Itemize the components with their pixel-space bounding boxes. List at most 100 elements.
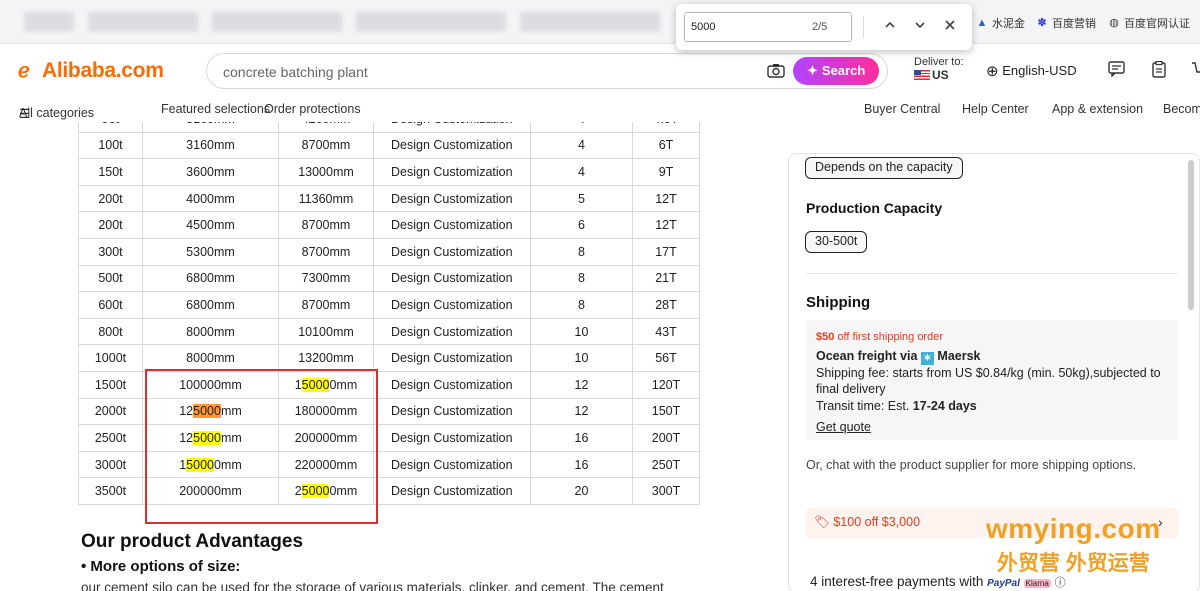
table-cell: Design Customization: [373, 237, 531, 266]
nav-featured-selections[interactable]: Featured selections: [161, 102, 270, 116]
search-input[interactable]: [223, 61, 743, 83]
shipping-fee-line1: Shipping fee: starts from US $0.84/kg (m…: [816, 366, 1161, 380]
panel-scrollbar[interactable]: [1188, 160, 1194, 310]
table-cell: 2500t: [78, 424, 143, 452]
search-box: ✦Search: [206, 53, 888, 89]
table-cell: 16: [530, 450, 633, 479]
table-cell: 5: [530, 184, 633, 213]
promo-text: 🏷 $100 off $3,000: [814, 515, 921, 529]
nav-help-center[interactable]: Help Center: [962, 102, 1029, 116]
table-cell: 500t: [78, 264, 143, 293]
table-cell: 6800mm: [142, 264, 279, 293]
nav-app-extension[interactable]: App & extension: [1052, 102, 1143, 116]
bookmark-baidu-marketing[interactable]: ✽ 百度营销: [1036, 15, 1096, 31]
table-cell: 90t: [78, 122, 143, 133]
chevron-down-icon[interactable]: [910, 17, 930, 37]
table-cell: Design Customization: [373, 370, 531, 399]
production-capacity-chip[interactable]: 30-500t: [805, 231, 868, 253]
capacity-option-chip[interactable]: Depends on the capacity: [805, 157, 963, 179]
close-icon[interactable]: [940, 17, 960, 37]
table-row: 100t 3160mm 8700mm Design Customization 4 6T: [78, 131, 700, 160]
table-cell: Design Customization: [373, 477, 531, 505]
info-icon[interactable]: ⓘ: [1055, 577, 1066, 589]
table-cell: 13000mm: [278, 158, 374, 186]
table-cell: 28T: [632, 291, 700, 319]
table-cell: Design Customization: [373, 344, 531, 372]
find-match-highlight: 5000: [301, 377, 330, 392]
blurred-bookmark[interactable]: [212, 12, 342, 32]
table-cell: 300t: [78, 237, 143, 266]
message-icon[interactable]: [1108, 61, 1125, 82]
table-cell: 3500t: [78, 477, 143, 505]
baidu-paw-icon: ✽: [1037, 17, 1047, 29]
advantages-text: our cement silo can be used for the stor…: [81, 580, 664, 591]
table-cell: 6800mm: [142, 291, 279, 319]
table-cell: 8700mm: [278, 291, 374, 319]
table-cell: 8: [530, 237, 633, 266]
table-cell: 150T: [632, 397, 700, 426]
orders-icon[interactable]: [1152, 60, 1166, 83]
table-cell: 8700mm: [278, 211, 374, 239]
table-cell: 4200mm: [278, 122, 374, 133]
production-capacity-title: Production Capacity: [806, 200, 943, 216]
bookmark-baidu-official[interactable]: ◍ 百度官网认证: [1108, 15, 1190, 31]
deliver-to[interactable]: Deliver to: US: [914, 56, 964, 83]
table-cell: 43T: [632, 317, 700, 346]
table-cell: 10100mm: [278, 317, 374, 346]
table-cell: 6T: [632, 131, 700, 160]
us-flag-icon: [914, 70, 930, 80]
find-match-count: 2/5: [812, 21, 828, 33]
table-row: 2500t 125000mm 200000mm Design Customizatio…: [78, 424, 700, 452]
table-row: 90t3160mm4200mmDesign Customization44.5T: [78, 122, 700, 133]
table-cell: Design Customization: [373, 291, 531, 319]
table-row: 1000t 8000mm 13200mm Design Customization 10…: [78, 344, 700, 372]
table-cell: 220000mm: [278, 450, 374, 479]
blurred-bookmark[interactable]: [520, 12, 660, 32]
advantages-title: Our product Advantages: [81, 531, 304, 552]
table-row: 3500t 200000mm 250000mm Design Customizatio…: [78, 477, 700, 505]
alibaba-logo[interactable]: ℯ Alibaba.com: [18, 58, 164, 83]
table-cell: 120T: [632, 370, 700, 399]
table-row: 3000t 150000mm 220000mm Design Customizatio…: [78, 450, 700, 479]
table-row: 600t 6800mm 8700mm Design Customization 8 28T: [78, 291, 700, 319]
chevron-up-icon[interactable]: [880, 17, 900, 37]
blurred-bookmark[interactable]: [356, 12, 506, 32]
table-cell: 3160mm: [142, 122, 279, 133]
table-cell: 12: [530, 370, 633, 399]
cart-icon[interactable]: [1192, 61, 1200, 82]
maersk-star-icon: ✶: [920, 352, 934, 365]
table-cell: 150t: [78, 158, 143, 186]
blurred-bookmark[interactable]: [88, 12, 198, 32]
table-cell: 180000mm: [278, 397, 374, 426]
table-cell: 800t: [78, 317, 143, 346]
table-cell: 20: [530, 477, 633, 505]
table-cell: 4500mm: [142, 211, 279, 239]
table-cell: 250000mm: [278, 477, 374, 505]
table-cell: 6: [530, 211, 633, 239]
table-row: 500t 6800mm 7300mm Design Customization 8 21T: [78, 264, 700, 293]
table-cell: 4: [530, 122, 633, 133]
table-cell: 100t: [78, 131, 143, 160]
bookmarks-bar: ▲ 水泥金 ✽ 百度营销 ◍ 百度官网认证: [0, 0, 1200, 44]
table-cell: 4.5T: [632, 122, 700, 133]
shipping-title: Shipping: [806, 294, 871, 311]
language-selector[interactable]: ⊕ English-USD: [986, 62, 1077, 80]
freight-method: Ocean freight via ✶ Maersk: [816, 349, 981, 365]
nav-order-protections[interactable]: Order protections: [264, 102, 361, 116]
nav-become-supplier[interactable]: Becom: [1163, 102, 1200, 116]
category-nav: ☰ All categories Featured selections Ord…: [0, 98, 1200, 122]
table-cell: Design Customization: [373, 184, 531, 213]
camera-icon[interactable]: [767, 63, 785, 82]
search-button[interactable]: ✦ Search: [793, 57, 879, 85]
table-cell: 1000t: [78, 344, 143, 372]
table-cell: 200t: [78, 211, 143, 239]
table-cell: Design Customization: [373, 122, 531, 133]
find-match-highlight: 5000: [301, 484, 330, 499]
bookmark-shuinijin[interactable]: ▲ 水泥金: [976, 15, 1025, 31]
get-quote-link[interactable]: Get quote: [816, 420, 871, 434]
divider: [806, 273, 1178, 274]
table-cell: 7300mm: [278, 264, 374, 293]
nav-buyer-central[interactable]: Buyer Central: [864, 102, 940, 116]
blurred-bookmark[interactable]: [24, 12, 74, 32]
table-cell: 1500t: [78, 370, 143, 399]
